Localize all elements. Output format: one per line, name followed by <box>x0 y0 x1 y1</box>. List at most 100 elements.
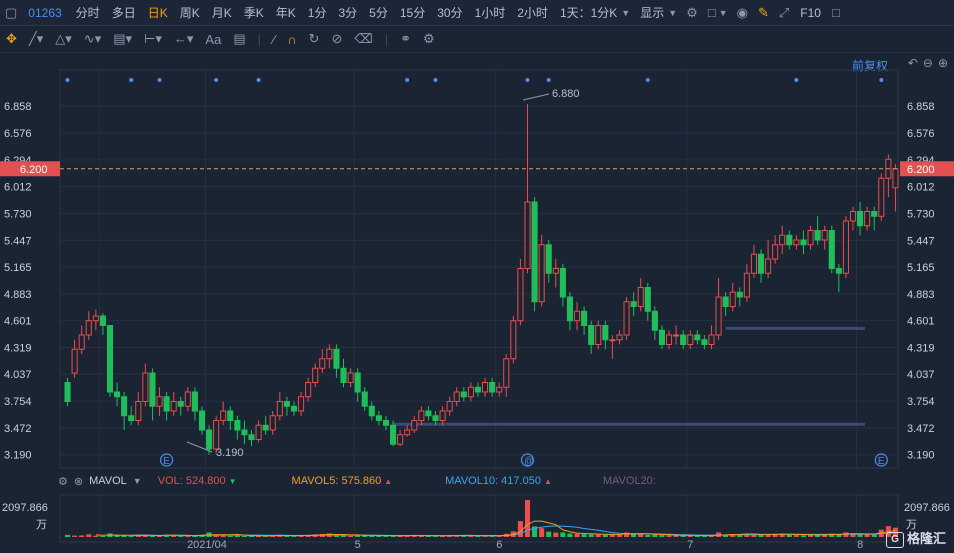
candle-body <box>439 410 446 421</box>
period-tab[interactable]: 分时 <box>76 4 100 21</box>
chevron-down-icon[interactable]: ▼ <box>668 8 677 18</box>
volume-bar <box>291 535 297 537</box>
fullscreen-icon[interactable]: ⤢ <box>779 5 789 21</box>
chevron-down-icon[interactable]: ▼ <box>719 8 728 18</box>
gear-icon[interactable]: ⚙ <box>423 31 435 47</box>
hide-icon[interactable]: ⊘ <box>331 31 342 47</box>
candle-body <box>680 334 687 345</box>
settings-icon[interactable]: ⚙ <box>58 475 68 488</box>
chevron-down-icon[interactable]: ▼ <box>133 476 142 486</box>
candle-body <box>835 268 842 274</box>
adjust-mode[interactable]: 前复权 <box>852 57 888 74</box>
volume-bar <box>829 533 835 537</box>
price-tick: 4.601 <box>4 316 32 328</box>
display-menu[interactable]: 显示 <box>640 4 664 21</box>
price-tick: 5.165 <box>907 262 935 274</box>
period-tab[interactable]: 周K <box>180 4 200 21</box>
candle-body <box>453 391 460 402</box>
volume-bar <box>397 535 403 537</box>
measure-tool-icon[interactable]: ⊢▾ <box>144 31 162 47</box>
candle-body <box>517 268 524 322</box>
candle-body <box>772 244 779 260</box>
candle-body <box>121 396 128 417</box>
mavol10-line <box>131 525 896 537</box>
zoom-out-icon[interactable]: ⊖ <box>923 56 933 70</box>
period-combo[interactable]: 1天：1分K <box>560 4 617 21</box>
chevron-down-icon[interactable]: ▼ <box>621 8 630 18</box>
crosshair-icon[interactable]: ✥ <box>6 31 17 47</box>
arrow-tool-icon[interactable]: ←▾ <box>174 31 194 47</box>
x-axis-label: 8 <box>857 539 863 551</box>
camera-icon[interactable]: ◉ <box>737 5 748 21</box>
link-icon[interactable]: ⚭ <box>400 31 411 47</box>
volume-bar <box>517 521 523 537</box>
fibonacci-tool-icon[interactable]: ▤▾ <box>113 31 132 47</box>
period-tab[interactable]: 日K <box>148 4 168 21</box>
event-dot <box>157 78 162 82</box>
magnet-icon[interactable]: ∩ <box>287 32 296 47</box>
candle-body <box>283 401 290 407</box>
volume-bar <box>871 534 877 537</box>
channel-tool-icon[interactable]: △▾ <box>55 31 72 47</box>
volume-bar <box>333 535 339 537</box>
sync-icon[interactable]: ↻ <box>309 31 320 47</box>
window-icon[interactable]: □ <box>832 5 840 20</box>
f10-button[interactable]: F10 <box>800 6 821 20</box>
price-tick: 5.165 <box>4 262 32 274</box>
sidebar-toggle-icon[interactable]: ▢ <box>5 5 17 21</box>
period-tab[interactable]: 5分 <box>369 4 388 21</box>
volume-bar <box>171 535 177 537</box>
volume-bar <box>362 535 368 537</box>
checkbox-icon[interactable]: □ <box>708 5 716 20</box>
candle-body <box>276 401 283 417</box>
stock-symbol[interactable]: 01263 <box>28 6 61 20</box>
volume-bar <box>602 534 608 537</box>
text-tool-icon[interactable]: Aa <box>205 32 221 47</box>
candle-body <box>623 301 630 336</box>
period-tab[interactable]: 3分 <box>338 4 357 21</box>
period-tab[interactable]: 2小时 <box>517 4 548 21</box>
volume-bar <box>624 532 630 537</box>
candle-body <box>566 296 574 322</box>
volume-bar <box>234 535 240 537</box>
zoom-in-icon[interactable]: ⊕ <box>938 56 948 70</box>
volume-bar <box>164 535 170 537</box>
period-tab[interactable]: 15分 <box>400 4 425 21</box>
period-tab[interactable]: 多日 <box>112 4 136 21</box>
period-tabs: 分时 多日 日K 周K 月K 季K 年K 1分 3分 5分 15分 30分 1小时 2小时 <box>70 4 554 21</box>
candle-body <box>411 420 418 431</box>
delete-icon[interactable]: ⌫ <box>354 31 372 47</box>
pencil-icon[interactable]: ✎ <box>758 5 769 21</box>
period-tab[interactable]: 1分 <box>308 4 327 21</box>
period-tab[interactable]: 年K <box>276 4 296 21</box>
event-dot <box>214 78 219 82</box>
candle-body <box>573 310 581 322</box>
candle-body <box>651 310 658 331</box>
event-dot <box>433 78 438 82</box>
volume-bar <box>560 532 566 537</box>
candle-body <box>163 396 170 412</box>
volume-bar <box>440 535 446 537</box>
up-arrow-icon: ▲ <box>543 476 552 486</box>
candle-body <box>64 382 71 402</box>
candle-body <box>326 348 333 360</box>
volume-bar <box>369 535 375 537</box>
wave-tool-icon[interactable]: ∿▾ <box>84 31 101 47</box>
settings-icon[interactable]: ⚙ <box>686 5 698 21</box>
period-tab[interactable]: 1小时 <box>475 4 506 21</box>
close-icon[interactable]: ⊗ <box>74 475 83 488</box>
candle-body <box>538 244 545 303</box>
volume-bar <box>680 535 686 537</box>
period-tab[interactable]: 30分 <box>437 4 462 21</box>
volume-max-label: 2097.866 <box>904 502 950 514</box>
undo-icon[interactable]: ↶ <box>908 56 918 70</box>
volume-bar <box>503 533 509 537</box>
indicator-name[interactable]: MAVOL <box>89 475 127 487</box>
period-tab[interactable]: 月K <box>212 4 232 21</box>
eraser-line-icon[interactable]: ∕ <box>273 32 275 47</box>
current-price-label: 6.200 <box>907 164 935 176</box>
period-tab[interactable]: 季K <box>244 4 264 21</box>
candle-body <box>227 410 234 421</box>
comment-tool-icon[interactable]: ▤ <box>233 31 245 47</box>
line-tool-icon[interactable]: ╱▾ <box>29 31 43 47</box>
